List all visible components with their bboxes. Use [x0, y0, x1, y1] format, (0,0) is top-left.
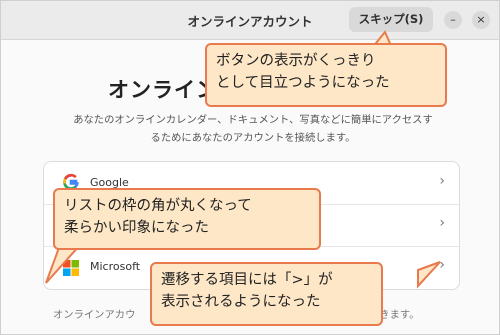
chevron-right-icon: › — [439, 173, 445, 189]
callout-chevron-indicator: 遷移する項目には「>」が 表示されるようになった — [150, 262, 383, 326]
account-label: Microsoft — [90, 260, 141, 273]
skip-button[interactable]: スキップ(S) — [349, 7, 433, 32]
page-heading: オンライン — [108, 78, 218, 102]
minimize-button[interactable]: – — [444, 11, 462, 29]
callout-line: 柔らかい印象になった — [64, 220, 209, 236]
description-line: あなたのオンラインカレンダー、ドキュメント、写真などに簡単にアクセスす — [73, 114, 433, 126]
callout-line: リストの枠の角が丸くなって — [64, 198, 252, 214]
headerbar: オンラインアカウント スキップ(S) – × — [1, 1, 499, 40]
callout-button-visibility: ボタンの表示がくっきり として目立つようになった — [205, 43, 447, 107]
callout-line: ボタンの表示がくっきり — [216, 53, 376, 69]
microsoft-icon — [63, 260, 79, 276]
page-description: あなたのオンラインカレンダー、ドキュメント、写真などに簡単にアクセスす るために… — [49, 111, 457, 147]
chevron-right-icon: › — [439, 215, 445, 231]
callout-line: 表示されるようになった — [161, 294, 321, 310]
callout-line: 遷移する項目には「>」が — [161, 272, 333, 288]
close-button[interactable]: × — [472, 11, 490, 29]
callout-line: として目立つようになった — [216, 75, 390, 91]
callout-rounded-list: リストの枠の角が丸くなって 柔らかい印象になった — [53, 188, 321, 250]
description-line: るためにあなたのアカウントを接続します。 — [150, 132, 356, 144]
chevron-right-icon: › — [439, 257, 445, 273]
